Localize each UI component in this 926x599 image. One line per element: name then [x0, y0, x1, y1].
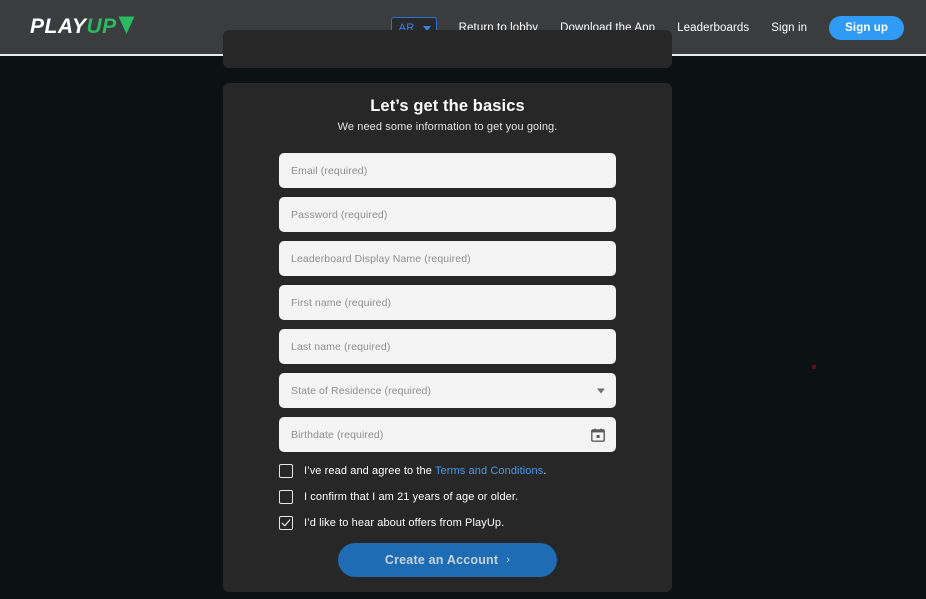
- nav-link-leaderboards[interactable]: Leaderboards: [677, 22, 749, 34]
- chevron-down-icon: [597, 388, 605, 393]
- leaderboard-display-name-field[interactable]: Leaderboard Display Name (required): [279, 241, 616, 276]
- nav-link-sign-in[interactable]: Sign in: [771, 22, 807, 34]
- state-of-residence-placeholder: State of Residence (required): [291, 384, 432, 397]
- checkbox-row-terms[interactable]: I’ve read and agree to the Terms and Con…: [279, 464, 616, 478]
- create-account-button-label: Create an Account: [384, 553, 499, 567]
- email-field-placeholder: Email (required): [291, 164, 368, 177]
- previous-card-partial: [223, 30, 672, 68]
- playup-logo[interactable]: PLAY UP: [30, 14, 135, 40]
- birthdate-field[interactable]: Birthdate (required): [279, 417, 616, 452]
- sign-up-button[interactable]: Sign up: [829, 16, 904, 40]
- consent-checkbox-group: I’ve read and agree to the Terms and Con…: [223, 464, 672, 530]
- birthdate-field-placeholder: Birthdate (required): [291, 428, 384, 441]
- cursor-artifact: [812, 365, 816, 369]
- calendar-icon[interactable]: [591, 428, 605, 442]
- first-name-field-placeholder: First name (required): [291, 296, 392, 309]
- leaderboard-display-name-field-placeholder: Leaderboard Display Name (required): [291, 252, 471, 265]
- checkmark-icon: [281, 519, 291, 527]
- password-field[interactable]: Password (required): [279, 197, 616, 232]
- last-name-field[interactable]: Last name (required): [279, 329, 616, 364]
- checkbox-row-marketing-offers[interactable]: I’d like to hear about offers from PlayU…: [279, 516, 616, 530]
- terms-and-conditions-link[interactable]: Terms and Conditions: [435, 465, 543, 477]
- age-confirm-checkbox[interactable]: [279, 490, 293, 504]
- marketing-offers-checkbox-label: I’d like to hear about offers from PlayU…: [304, 517, 505, 529]
- terms-text-before: I’ve read and agree to the: [304, 465, 435, 477]
- chevron-right-icon: ›: [506, 554, 511, 566]
- state-of-residence-select[interactable]: State of Residence (required): [279, 373, 616, 408]
- marketing-offers-checkbox[interactable]: [279, 516, 293, 530]
- page-subtitle: We need some information to get you goin…: [337, 121, 558, 133]
- first-name-field[interactable]: First name (required): [279, 285, 616, 320]
- logo-text-up: UP: [86, 15, 117, 38]
- last-name-field-placeholder: Last name (required): [291, 340, 391, 353]
- signup-form: Email (required) Password (required) Lea…: [223, 153, 672, 452]
- checkbox-row-age-confirm[interactable]: I confirm that I am 21 years of age or o…: [279, 490, 616, 504]
- page-title: Let’s get the basics: [370, 97, 525, 115]
- terms-text-after: .: [543, 465, 547, 477]
- password-field-placeholder: Password (required): [291, 208, 388, 221]
- logo-text-play: PLAY: [30, 15, 87, 38]
- create-account-button[interactable]: Create an Account ›: [338, 543, 557, 577]
- email-field[interactable]: Email (required): [279, 153, 616, 188]
- submit-button-container: Create an Account ›: [223, 543, 672, 577]
- terms-checkbox-label: I’ve read and agree to the Terms and Con…: [304, 465, 546, 477]
- terms-checkbox[interactable]: [279, 464, 293, 478]
- signup-card: Let’s get the basics We need some inform…: [223, 83, 672, 592]
- playup-arrow-icon: [118, 16, 135, 34]
- age-confirm-checkbox-label: I confirm that I am 21 years of age or o…: [304, 491, 519, 503]
